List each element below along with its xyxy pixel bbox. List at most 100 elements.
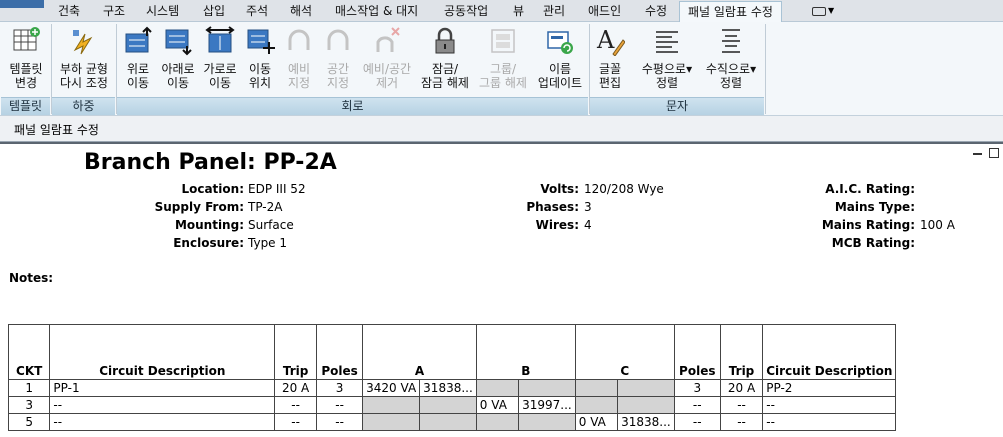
restore-icon[interactable] [989, 148, 999, 158]
phase-b-load-cell[interactable] [475, 379, 520, 397]
phase-b-load-cell[interactable] [475, 413, 520, 431]
phase-a-load-cell[interactable] [362, 396, 421, 414]
trip-cell[interactable]: -- [274, 396, 318, 414]
trip-cell[interactable]: -- [274, 413, 318, 431]
tab-addins[interactable]: 애드인 [588, 3, 621, 20]
header-phase-b: B [475, 324, 576, 380]
trip-cell-right[interactable]: -- [719, 413, 764, 431]
move-down-button[interactable]: 아래로 이동 [158, 22, 198, 97]
remove-spare-label-2: 제거 [375, 76, 399, 90]
group-label-load: 하중 [52, 97, 115, 115]
tab-structure[interactable]: 구조 [103, 3, 125, 20]
align-horizontal-icon [656, 31, 678, 53]
phase-a-load-cell[interactable] [419, 413, 477, 431]
move-to-label-1: 이동 [248, 62, 272, 76]
phase-a-load-cell[interactable]: 31838... [419, 379, 477, 397]
ckt-cell[interactable]: 1 [7, 379, 51, 397]
panel-title[interactable]: Branch Panel: PP-2A [84, 150, 337, 175]
phase-b-load-cell[interactable]: 31997... [518, 396, 576, 414]
poles-cell-right[interactable]: -- [673, 413, 721, 431]
circuit-description-cell[interactable]: -- [49, 396, 276, 414]
ribbon-panel: 템플릿 변경 부하 균형 다시 조정 위로 이동 아래로 이동 가로로 이동 이… [0, 22, 1003, 116]
tab-analyze[interactable]: 해석 [290, 3, 312, 20]
mains-rating-value[interactable]: 100 A [920, 218, 955, 232]
phase-a-load-cell[interactable] [419, 396, 477, 414]
location-value[interactable]: EDP III 52 [248, 182, 306, 196]
change-template-button[interactable]: 템플릿 변경 [2, 22, 50, 97]
tab-architecture[interactable]: 건축 [58, 3, 80, 20]
move-across-button[interactable]: 가로로 이동 [200, 22, 240, 97]
trip-cell[interactable]: 20 A [274, 379, 318, 397]
minimize-icon[interactable] [973, 153, 982, 155]
align-horizontal-button[interactable]: 수평으로▾ 정렬 [636, 22, 698, 97]
ribbon-display-options-dropdown[interactable]: ▼ [812, 5, 836, 17]
phase-b-load-cell[interactable]: 0 VA [475, 396, 520, 414]
assign-space-label-2: 지정 [326, 76, 350, 90]
enclosure-value[interactable]: Type 1 [248, 236, 287, 250]
ckt-cell[interactable]: 5 [7, 413, 51, 431]
phase-c-load-cell[interactable]: 0 VA [574, 413, 619, 431]
tab-annotate[interactable]: 주석 [246, 3, 268, 20]
phase-c-load-cell[interactable] [574, 379, 619, 397]
phase-a-load-cell[interactable] [362, 413, 421, 431]
phase-b-load-cell[interactable] [518, 379, 576, 397]
tab-insert[interactable]: 삽입 [203, 3, 225, 20]
volts-value[interactable]: 120/208 Wye [584, 182, 664, 196]
mounting-value[interactable]: Surface [248, 218, 294, 232]
font-pen-icon: A [596, 26, 625, 56]
tab-systems[interactable]: 시스템 [146, 3, 179, 20]
circuit-description-cell[interactable]: PP-1 [49, 379, 276, 397]
edit-font-button[interactable]: A 글꼴 편집 [592, 22, 628, 97]
circuit-description-cell-right[interactable]: -- [762, 413, 897, 431]
rebalance-loads-button[interactable]: 부하 균형 다시 조정 [54, 22, 114, 97]
tab-modify[interactable]: 수정 [645, 3, 667, 20]
wires-value[interactable]: 4 [584, 218, 592, 232]
circuit-table: CKT Circuit Description Trip Poles A B C… [7, 324, 1003, 431]
move-to-button[interactable]: 이동 위치 [242, 22, 278, 97]
group-ungroup-button[interactable]: 그룹/그룹 해제 [474, 22, 532, 97]
assign-spare-button[interactable]: 예비 지정 [282, 22, 316, 97]
remove-spare-space-button[interactable]: 예비/공간 제거 [358, 22, 416, 97]
poles-cell-right[interactable]: 3 [673, 379, 721, 397]
phase-b-load-cell[interactable] [518, 413, 576, 431]
tab-massing-site[interactable]: 매스작업 & 대지 [335, 3, 418, 20]
poles-cell[interactable]: 3 [316, 379, 364, 397]
tab-view[interactable]: 뷰 [513, 3, 524, 20]
lock-unlock-button[interactable]: 잠금/잠금 해제 [418, 22, 472, 97]
tab-modify-panel-schedule[interactable]: 패널 일람표 수정 [679, 1, 782, 22]
tab-collaborate[interactable]: 공동작업 [444, 3, 488, 20]
poles-cell-right[interactable]: -- [673, 396, 721, 414]
poles-cell[interactable]: -- [316, 413, 364, 431]
move-down-label-2: 이동 [166, 76, 190, 90]
circuit-description-cell[interactable]: -- [49, 413, 276, 431]
update-names-label-2: 업데이트 [537, 76, 583, 90]
poles-cell[interactable]: -- [316, 396, 364, 414]
phases-value[interactable]: 3 [584, 200, 592, 214]
table-row[interactable]: 5 -- -- -- 0 VA 31838... -- -- -- [7, 413, 1003, 431]
circuit-description-cell-right[interactable]: PP-2 [762, 379, 897, 397]
phase-c-load-cell[interactable]: 31838... [617, 413, 675, 431]
group-label-2: 그룹 해제 [479, 76, 527, 90]
application-menu-button[interactable] [0, 0, 44, 8]
trip-cell-right[interactable]: 20 A [719, 379, 764, 397]
supply-from-value[interactable]: TP-2A [248, 200, 282, 214]
align-vertical-button[interactable]: 수직으로▾ 정렬 [700, 22, 762, 97]
trip-cell-right[interactable]: -- [719, 396, 764, 414]
phase-a-load-cell[interactable]: 3420 VA [362, 379, 421, 397]
tab-manage[interactable]: 관리 [543, 3, 565, 20]
ckt-cell[interactable]: 3 [7, 396, 51, 414]
move-up-button[interactable]: 위로 이동 [120, 22, 156, 97]
phase-c-load-cell[interactable] [574, 396, 619, 414]
header-phase-c: C [574, 324, 675, 380]
assign-spare-label-2: 지정 [287, 76, 311, 90]
table-row[interactable]: 1 PP-1 20 A 3 3420 VA 31838... 3 20 A PP… [7, 379, 1003, 397]
volts-label: Volts: [540, 182, 579, 196]
assign-space-button[interactable]: 공간 지정 [320, 22, 356, 97]
phase-c-load-cell[interactable] [617, 396, 675, 414]
table-row[interactable]: 3 -- -- -- 0 VA 31997... -- -- -- [7, 396, 1003, 414]
move-across-label-1: 가로로 [203, 62, 237, 76]
header-ckt: CKT [7, 324, 51, 380]
phase-c-load-cell[interactable] [617, 379, 675, 397]
update-names-button[interactable]: 이름 업데이트 [534, 22, 586, 97]
circuit-description-cell-right[interactable]: -- [762, 396, 897, 414]
